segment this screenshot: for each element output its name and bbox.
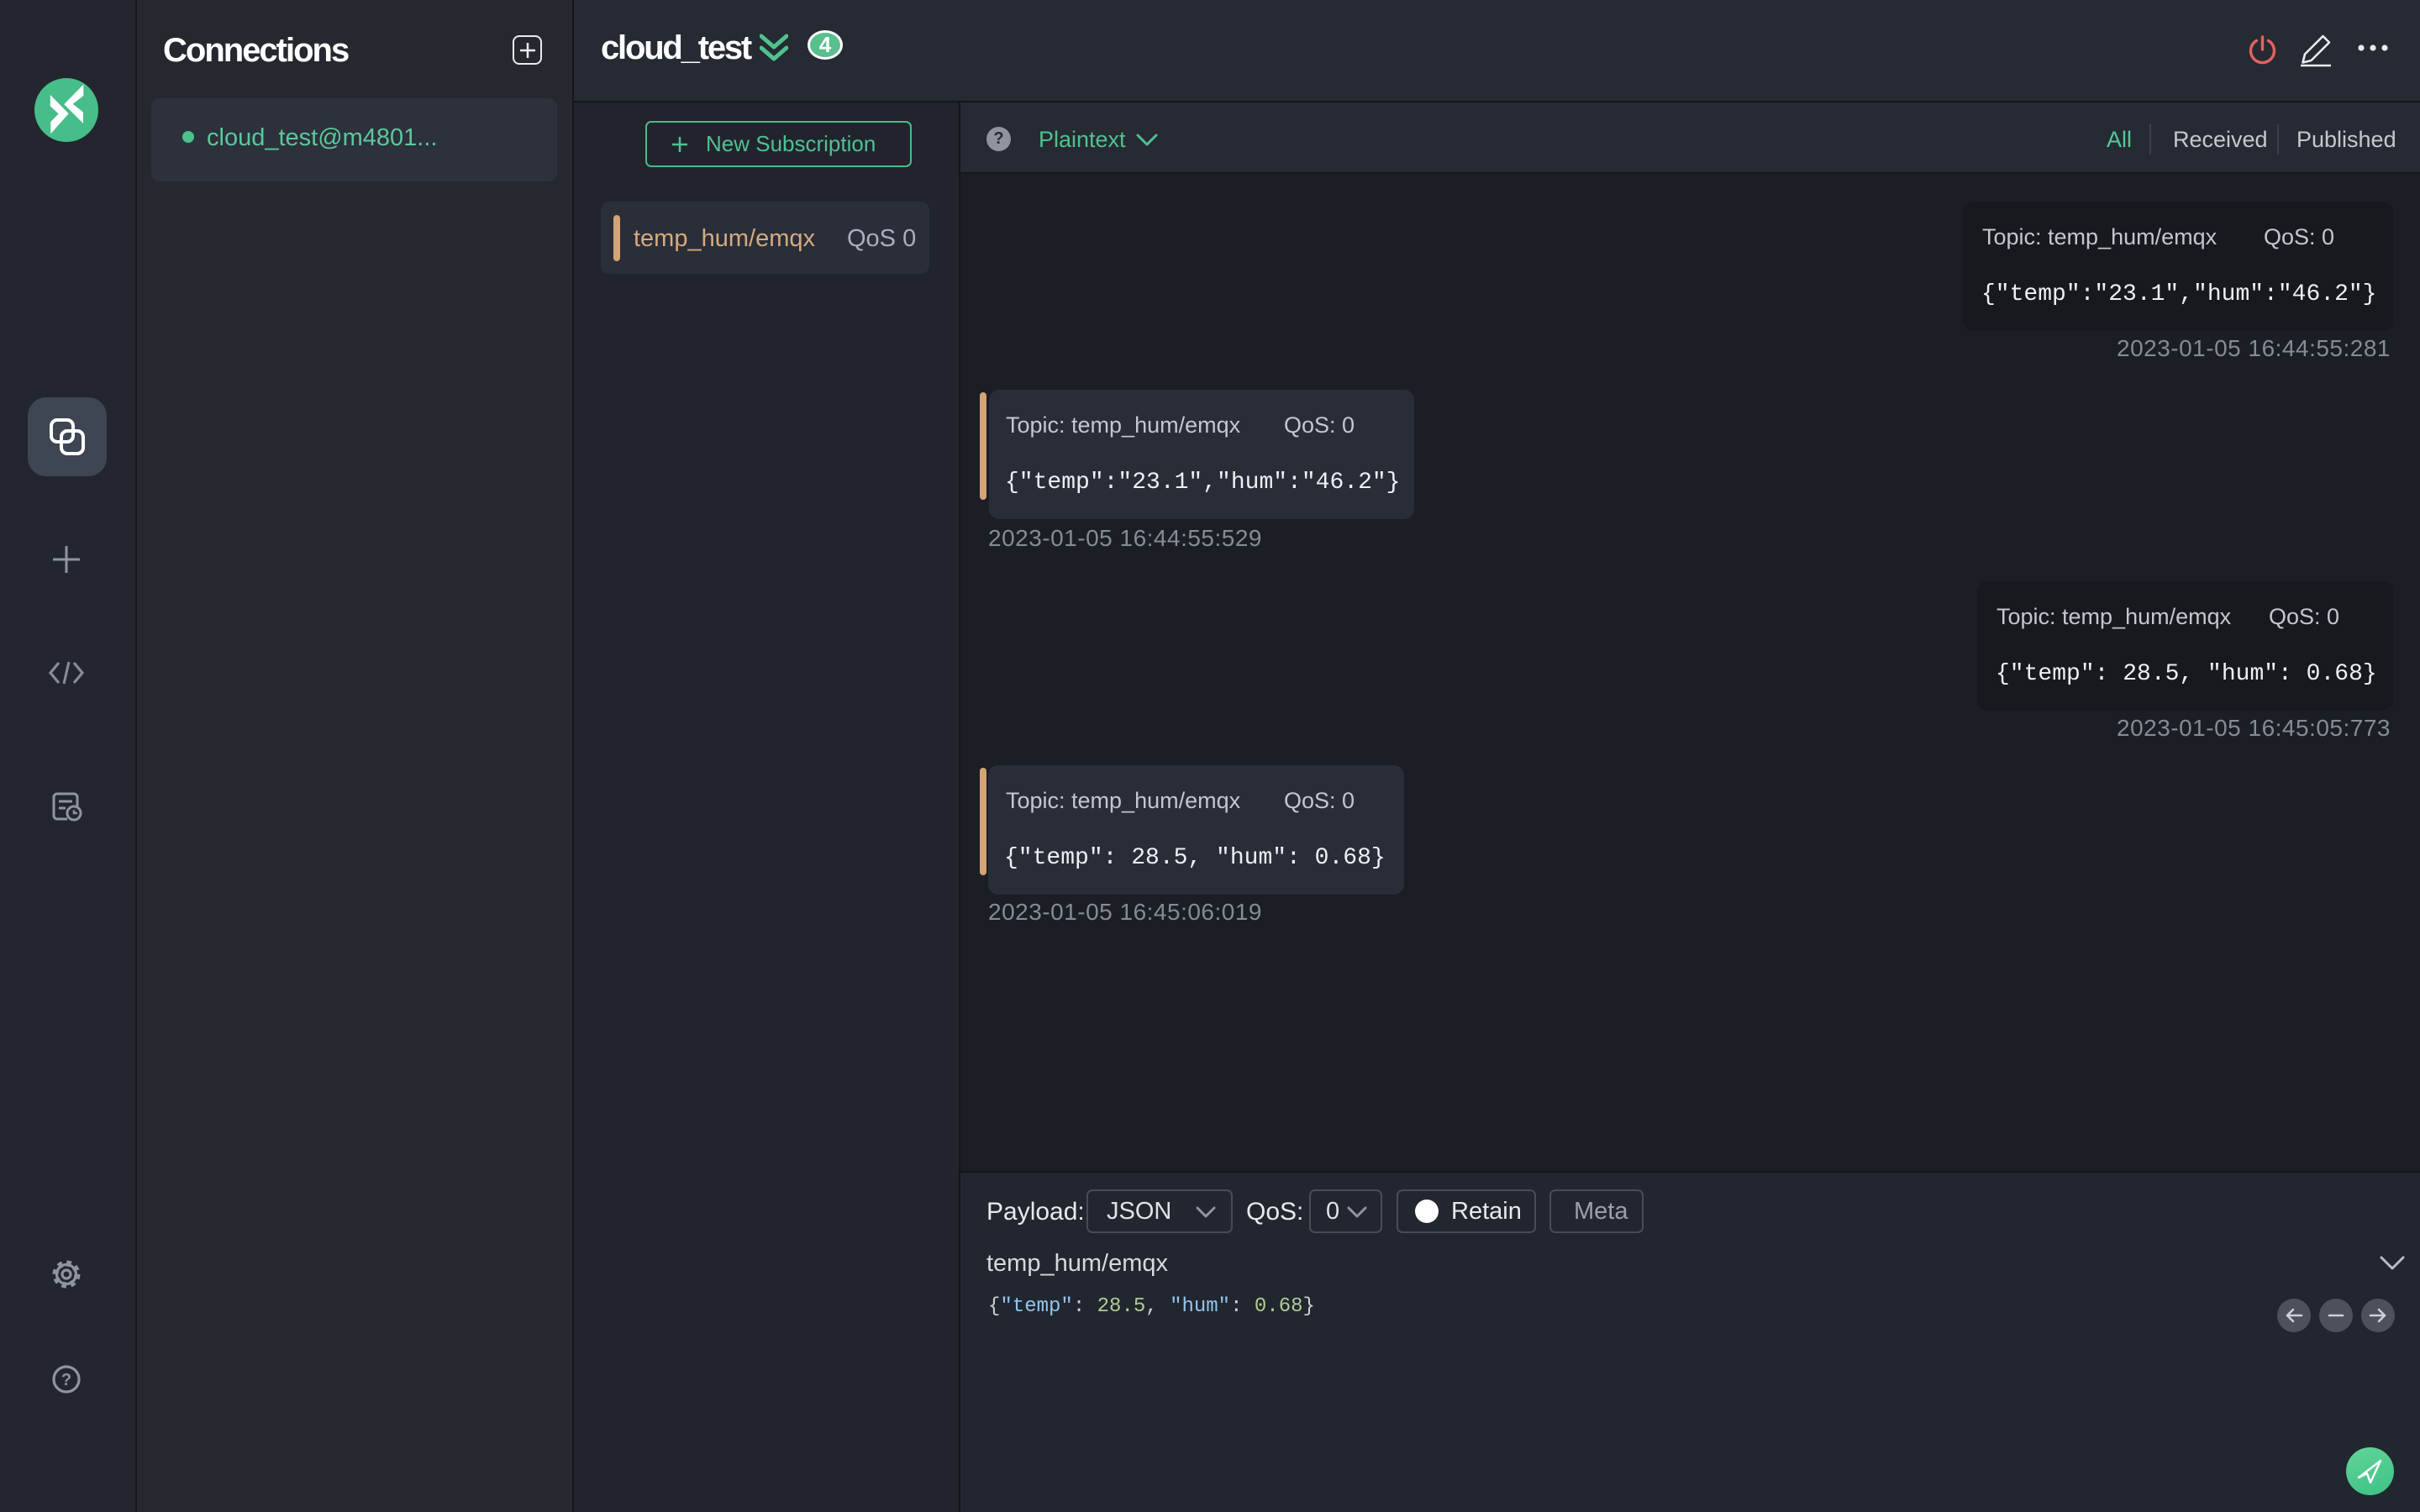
svg-text:?: ? <box>61 1371 71 1389</box>
